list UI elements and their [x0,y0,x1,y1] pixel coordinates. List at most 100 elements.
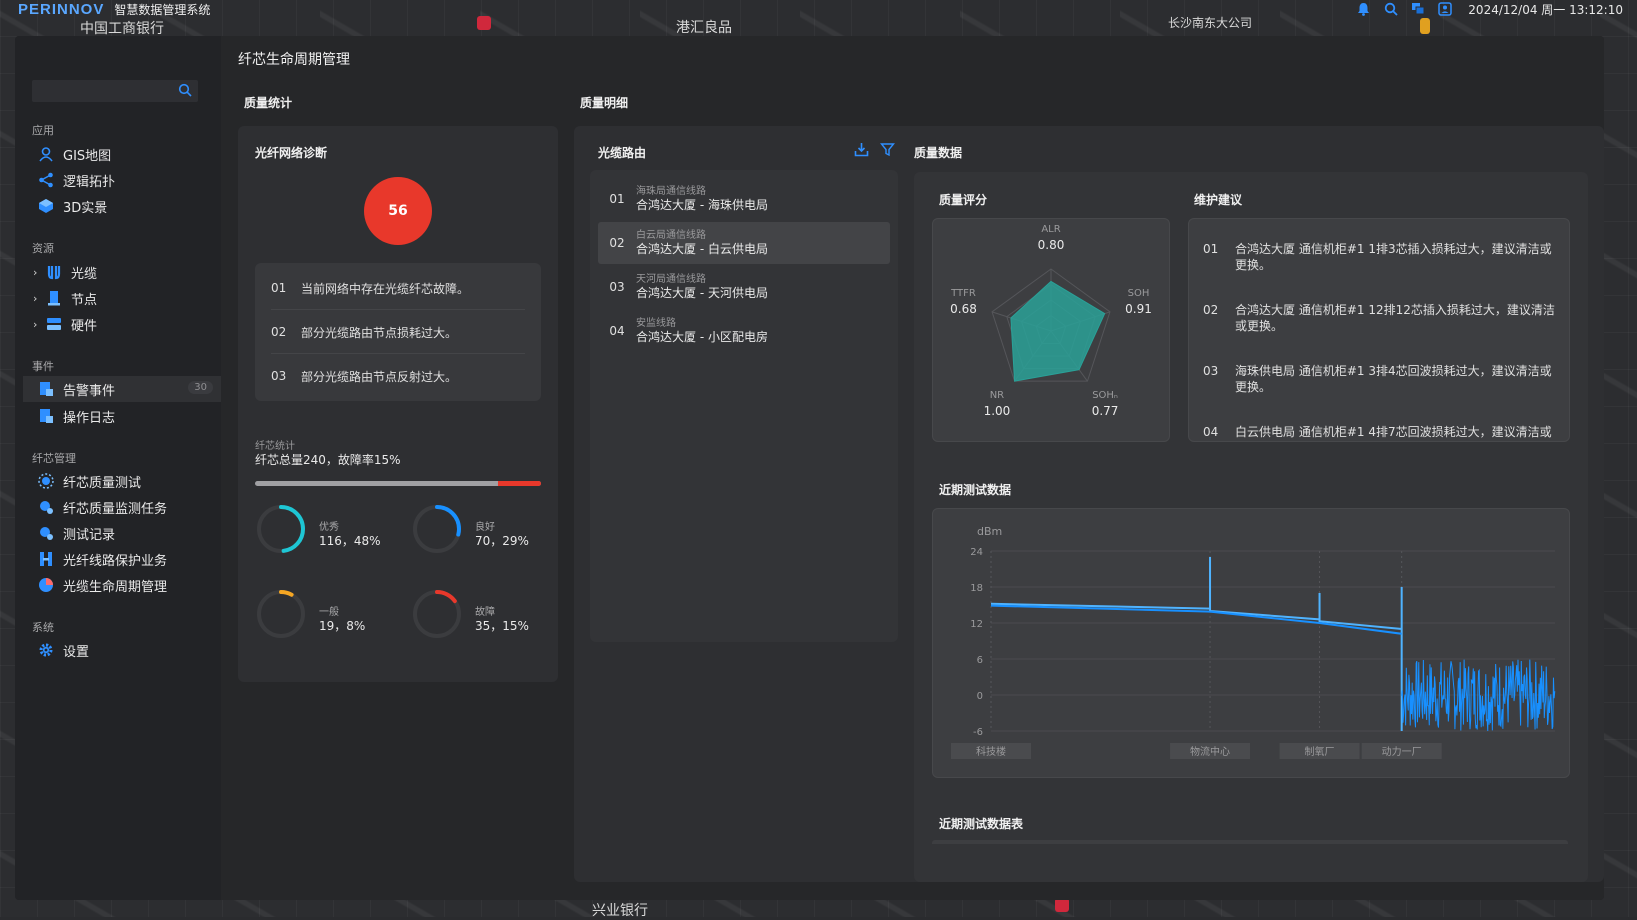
nav-item-hardware[interactable]: › 硬件 [23,311,221,337]
item-number: 01 [271,281,287,295]
nav-item-fiber-quality-test[interactable]: 纤芯质量测试 [23,468,221,494]
quality-detail-card: 01 海珠局通信线路 合鸿达大厦 - 海珠供电局 02 白云局通信线路 合鸿达大厦 … [574,126,1604,882]
gauge-value: 19，8% [319,619,366,633]
x-tick-label: 制氧厂 [1305,745,1335,758]
route-item[interactable]: 01 海珠局通信线路 合鸿达大厦 - 海珠供电局 [598,178,890,220]
nav-item-label: 纤芯质量测试 [63,475,142,491]
fiber-stat-label: 纤芯统计 [255,441,295,452]
section-title-app: 应用 [32,124,54,137]
gauge-value: 35，15% [475,619,529,633]
otdr-chart-card: dBm 24 18 12 6 0 -6 科技楼 物流中心 制氧厂 动力一厂 [932,508,1570,778]
route-item[interactable]: 04 安监线路 合鸿达大厦 - 小区配电房 [598,310,890,352]
section-title-system: 系统 [32,621,54,634]
nav-item-logic-topology[interactable]: 逻辑拓扑 [23,167,221,193]
item-text: 合鸿达大厦 通信机柜#1 12排12芯插入损耗过大，建议清洁或更换。 [1235,303,1555,333]
diagnosis-list: 01 当前网络中存在光缆纤芯故障。 02 部分光缆路由节点损耗过大。 03 部分… [255,263,541,401]
user-location-icon [37,145,55,163]
section-title-event: 事件 [32,360,54,373]
fiber-stat-text: 纤芯总量240，故障率15% [255,453,401,467]
route-sub: 安监线路 [636,317,676,329]
alarm-count-badge: 30 [188,381,213,394]
nav-item-node[interactable]: › 节点 [23,285,221,311]
top-right-tools: 2024/12/04 周一 13:12:10 [1356,0,1623,18]
nav-item-label: 光缆 [71,266,98,282]
nav-item-operation-log[interactable]: 操作日志 [23,403,221,429]
series-line-2 [990,604,1402,635]
bell-icon[interactable] [1356,2,1371,17]
diagnosis-title: 光纤网络诊断 [255,146,328,160]
alarm-doc-icon [37,380,55,398]
item-text: 部分光缆路由节点反射过大。 [301,369,458,384]
nav-item-settings[interactable]: 设置 [23,637,221,663]
fault-ratio-bar [255,481,541,486]
map-pin-icon [477,16,491,30]
nav-item-label: 节点 [71,292,98,308]
quality-stats-title: 质量统计 [244,96,293,110]
list-item: 02 合鸿达大厦 通信机柜#1 12排12芯插入损耗过大，建议清洁或更换。 [1203,302,1555,334]
node-icon [45,289,63,307]
radar-label: NR [989,390,1005,402]
window-switch-icon[interactable] [1410,2,1425,17]
export-icon[interactable] [854,142,869,161]
maintenance-advice-title: 维护建议 [1194,193,1243,207]
nav-item-monitor-task[interactable]: 纤芯质量监测任务 [23,494,221,520]
y-tick-label: -6 [973,727,983,738]
item-text: 合鸿达大厦 通信机柜#1 1排3芯插入损耗过大，建议清洁或更换。 [1235,242,1552,272]
filter-icon[interactable] [880,142,895,161]
search-icon[interactable] [1383,2,1398,17]
item-number: 02 [271,325,287,339]
y-tick-label: 24 [970,547,983,558]
nav-item-label: 设置 [63,644,90,660]
x-tick-label: 物流中心 [1190,745,1230,758]
x-tick-label: 科技楼 [976,745,1006,758]
nav-item-gis-map[interactable]: GIS地图 [23,141,221,167]
nav-item-label: GIS地图 [63,148,112,164]
route-item[interactable]: 02 白云局通信线路 合鸿达大厦 - 白云供电局 [598,222,890,264]
route-list: 01 海珠局通信线路 合鸿达大厦 - 海珠供电局 02 白云局通信线路 合鸿达大厦 … [590,170,898,642]
route-number: 02 [609,236,625,250]
route-number: 03 [609,280,625,294]
nav-item-test-record[interactable]: 测试记录 [23,520,221,546]
chevron-right-icon: › [33,317,38,331]
nav-item-cable[interactable]: › 光缆 [23,259,221,285]
radar-value: 0.80 [1037,238,1065,252]
nav-item-lifecycle[interactable]: 光缆生命周期管理 [23,572,221,598]
nav-item-alarm-events[interactable]: 告警事件 30 [23,376,221,402]
radar-chart [991,268,1111,382]
sidebar-search-input[interactable] [32,80,198,102]
y-tick-label: 6 [977,655,983,666]
nav-item-label: 3D实景 [63,200,108,216]
log-doc-icon [37,407,55,425]
item-text: 部分光缆路由节点损耗过大。 [301,325,458,340]
route-name: 合鸿达大厦 - 天河供电局 [636,285,768,300]
recent-test-title: 近期测试数据 [939,483,1012,497]
gauge-value: 70，29% [475,534,529,548]
nav-item-label: 操作日志 [63,410,116,426]
advice-card: 01 合鸿达大厦 通信机柜#1 1排3芯插入损耗过大，建议清洁或更换。 02 合… [1188,218,1570,442]
gauge-track [257,590,305,638]
nav-item-line-protection[interactable]: 光纤线路保护业务 [23,546,221,572]
quality-detail-title: 质量明细 [580,96,629,110]
nav-item-label: 测试记录 [63,527,116,543]
route-item[interactable]: 03 天河局通信线路 合鸿达大厦 - 天河供电局 [598,266,890,308]
fiber-test-icon [37,472,55,490]
item-text: 当前网络中存在光缆纤芯故障。 [301,281,470,296]
y-tick-label: 0 [977,691,983,702]
user-profile-icon[interactable] [1437,2,1452,17]
monitor-task-icon [37,498,55,516]
search-icon[interactable] [178,83,192,101]
map-label: 中国工商银行 [80,21,164,37]
map-label: 港汇良品 [676,20,732,36]
gauge-label: 故障 [475,607,495,618]
recent-table-title: 近期测试数据表 [939,817,1024,831]
nav-item-label: 纤芯质量监测任务 [63,501,168,517]
chevron-right-icon: › [33,291,38,305]
brand-logo: PERINNOV [18,0,105,18]
system-name: 智慧数据管理系统 [114,2,211,17]
nav-item-3d-scene[interactable]: 3D实景 [23,193,221,219]
y-axis-label: dBm [977,525,1002,538]
gauge-label: 良好 [475,522,495,533]
item-number: 04 [1203,425,1219,439]
radar-label: ALR [1041,224,1061,235]
sidebar: 应用 GIS地图 逻辑拓扑 3D实景 资源 › 光缆 › 节点 › 硬件 事件 … [15,36,221,900]
